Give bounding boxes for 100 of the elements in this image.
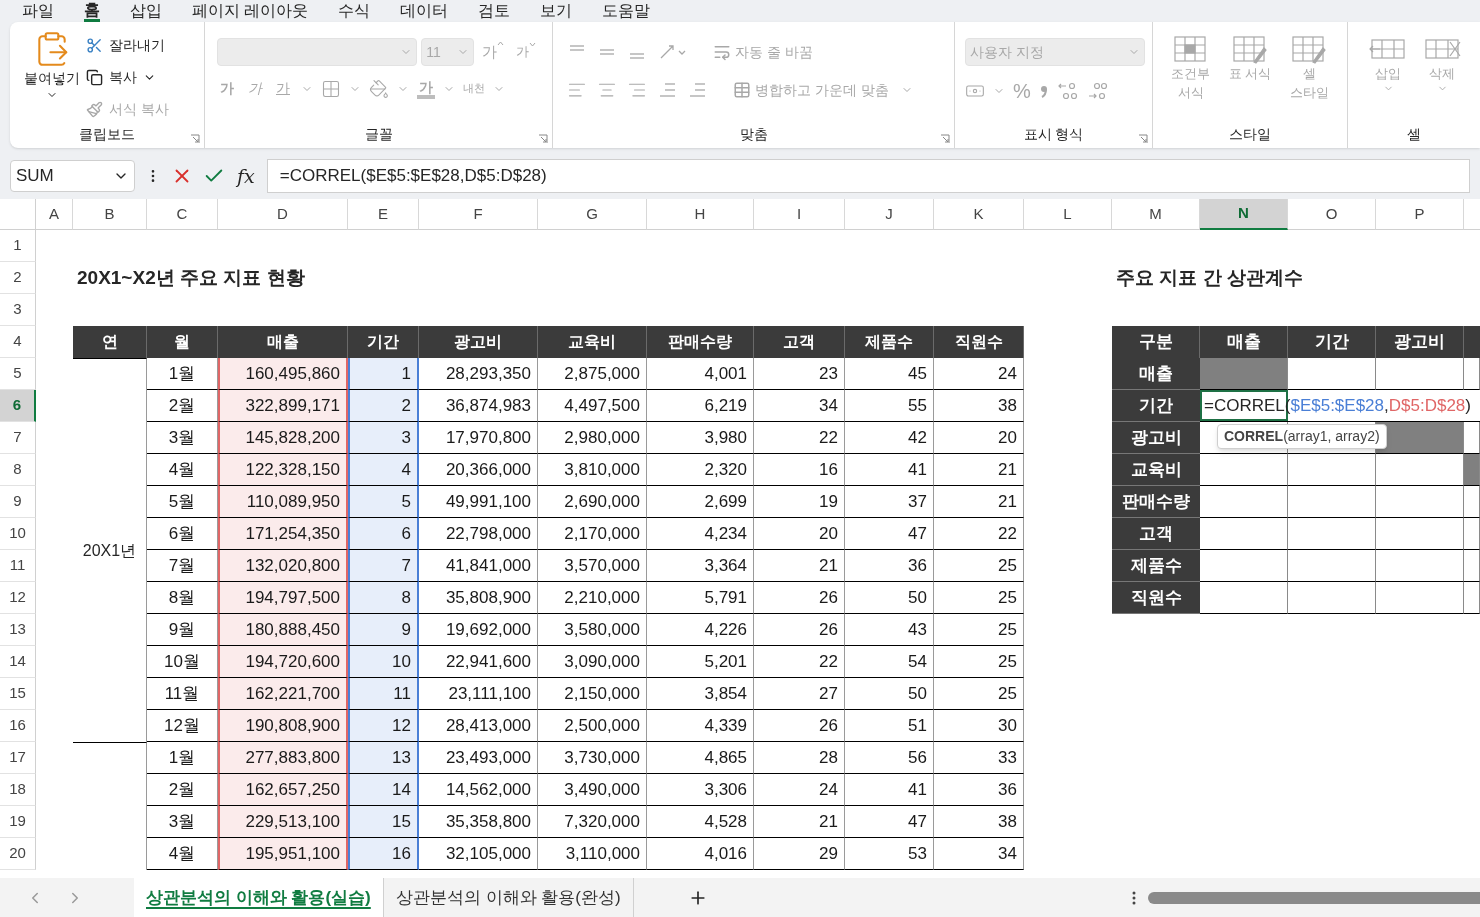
row-header[interactable]: 15 [0,678,36,710]
paste-button[interactable]: 붙여넣기 [24,30,80,114]
column-header[interactable]: K [934,199,1024,230]
column-header[interactable]: H [647,199,754,230]
column-heading: 직원수 [934,326,1024,358]
row-header[interactable]: 14 [0,646,36,678]
row-header[interactable]: 17 [0,742,36,774]
row-header[interactable]: 18 [0,774,36,806]
column-header[interactable]: G [538,199,647,230]
column-header[interactable]: P [1376,199,1464,230]
row-header[interactable]: 6 [0,390,36,422]
dialog-launcher-icon[interactable] [190,134,200,144]
table-cell: 9 [348,614,419,646]
menu-tab[interactable]: 삽입 [130,2,162,20]
column-header[interactable]: A [36,199,73,230]
table-cell: 8 [348,582,419,614]
table-cell: 14,562,000 [419,774,538,806]
copy-button[interactable]: 복사 [86,64,169,90]
table-cell: 11월 [147,678,218,710]
select-all-corner[interactable] [0,199,36,230]
table-cell: 49,991,100 [419,486,538,518]
row-header[interactable]: 10 [0,518,36,550]
table-cell: 24 [934,358,1024,390]
menu-tab[interactable]: 파일 [22,2,54,20]
table-cell: 132,020,800 [218,550,348,582]
menu-tab[interactable]: 도움말 [602,2,651,20]
table-cell: 25 [934,582,1024,614]
table-cell: 4,497,500 [538,390,647,422]
column-header[interactable]: M [1112,199,1200,230]
table-cell: 17,970,800 [419,422,538,454]
row-header[interactable]: 12 [0,582,36,614]
group-label: 글꼴 [363,125,394,144]
table-cell: 4,528 [647,806,754,838]
group-label: 셀 [1406,125,1422,144]
column-header[interactable]: L [1024,199,1112,230]
name-box[interactable]: SUM [10,160,135,192]
row-header[interactable]: 4 [0,326,36,358]
menu-tab[interactable]: 페이지 레이아웃 [192,2,309,20]
table-cell: 160,495,860 [218,358,348,390]
table-cell: 28,293,350 [419,358,538,390]
table-cell: 50 [845,678,934,710]
table-cell: 34 [934,838,1024,870]
row-header[interactable]: 19 [0,806,36,838]
table-cell: 3,810,000 [538,454,647,486]
group-label: 맞춤 [738,125,769,144]
row-header[interactable]: 2 [0,262,36,294]
column-header[interactable]: I [754,199,845,230]
row-header[interactable]: 1 [0,230,36,262]
table-cell: 12 [348,710,419,742]
column-header[interactable]: C [147,199,218,230]
formula-field[interactable]: =CORREL($E$5:$E$28,D$5:D$28) [266,159,1470,193]
row-header[interactable]: 11 [0,550,36,582]
column-header[interactable]: E [348,199,419,230]
table-cell: 1월 [147,358,218,390]
cut-button[interactable]: 잘라내기 [86,32,169,58]
table-cell: 277,883,800 [218,742,348,774]
table-cell: 7월 [147,550,218,582]
row-header[interactable]: 9 [0,486,36,518]
menu-tab[interactable]: 수식 [338,2,371,20]
row-header[interactable]: 8 [0,454,36,486]
row-header[interactable]: 3 [0,294,36,326]
row-heading: 제품수 [1112,550,1200,582]
borders-icon [321,78,341,99]
table-cell: 194,720,600 [218,646,348,678]
row-header[interactable]: 5 [0,358,36,390]
table-cell: 10 [348,646,419,678]
table-cell: 22 [754,422,845,454]
table-cell: 23,493,000 [419,742,538,774]
column-header[interactable]: J [845,199,934,230]
table-cell: 26 [754,710,845,742]
table-cell: 16 [754,454,845,486]
column-header[interactable]: O [1288,199,1376,230]
table-cell: 21 [754,806,845,838]
sheet-tab[interactable]: 상관분석의 이해와 활용(완성) [383,878,634,917]
row-header[interactable]: 7 [0,422,36,454]
table-cell: 43 [845,614,934,646]
table-cell: 322,899,171 [218,390,348,422]
row-header[interactable]: 16 [0,710,36,742]
menu-tab[interactable]: 검토 [478,2,511,20]
table-cell: 21 [754,550,845,582]
column-heading: 매출 [1200,326,1288,358]
table-cell: 14 [348,774,419,806]
menu-tab[interactable]: 데이터 [400,2,449,20]
table-cell: 110,089,950 [218,486,348,518]
group-label: 클립보드 [78,125,136,144]
table-cell: 27 [754,678,845,710]
insert-function-button[interactable]: fx [235,161,257,191]
menu-tab[interactable]: 보기 [540,2,573,20]
horizontal-scrollbar[interactable] [1147,891,1480,904]
row-heading: 기간 [1112,390,1200,422]
row-header[interactable]: 13 [0,614,36,646]
row-heading: 매출 [1112,358,1200,390]
column-header[interactable]: F [419,199,538,230]
table-cell: 34 [754,390,845,422]
table-cell: 41,841,000 [419,550,538,582]
column-header[interactable]: B [73,199,147,230]
row-header[interactable]: 20 [0,838,36,870]
column-header[interactable]: D [218,199,348,230]
column-header[interactable]: N [1200,199,1288,230]
sheet-tab[interactable]: 상관분석의 이해와 활용(실습) [134,878,384,917]
